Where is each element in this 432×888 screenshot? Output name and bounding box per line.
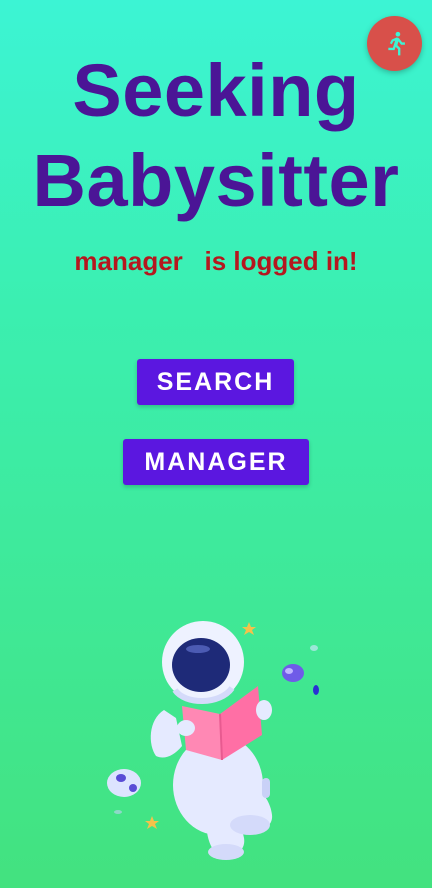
title-line-2: Babysitter <box>32 139 400 222</box>
manager-button[interactable]: MANAGER <box>123 439 309 485</box>
search-button[interactable]: SEARCH <box>137 359 294 405</box>
page-title: Seeking Babysitter <box>0 46 432 226</box>
login-status-text: manager is logged in! <box>74 246 358 276</box>
title-line-1: Seeking <box>72 49 360 132</box>
astronaut-reading-book-icon <box>107 621 319 860</box>
